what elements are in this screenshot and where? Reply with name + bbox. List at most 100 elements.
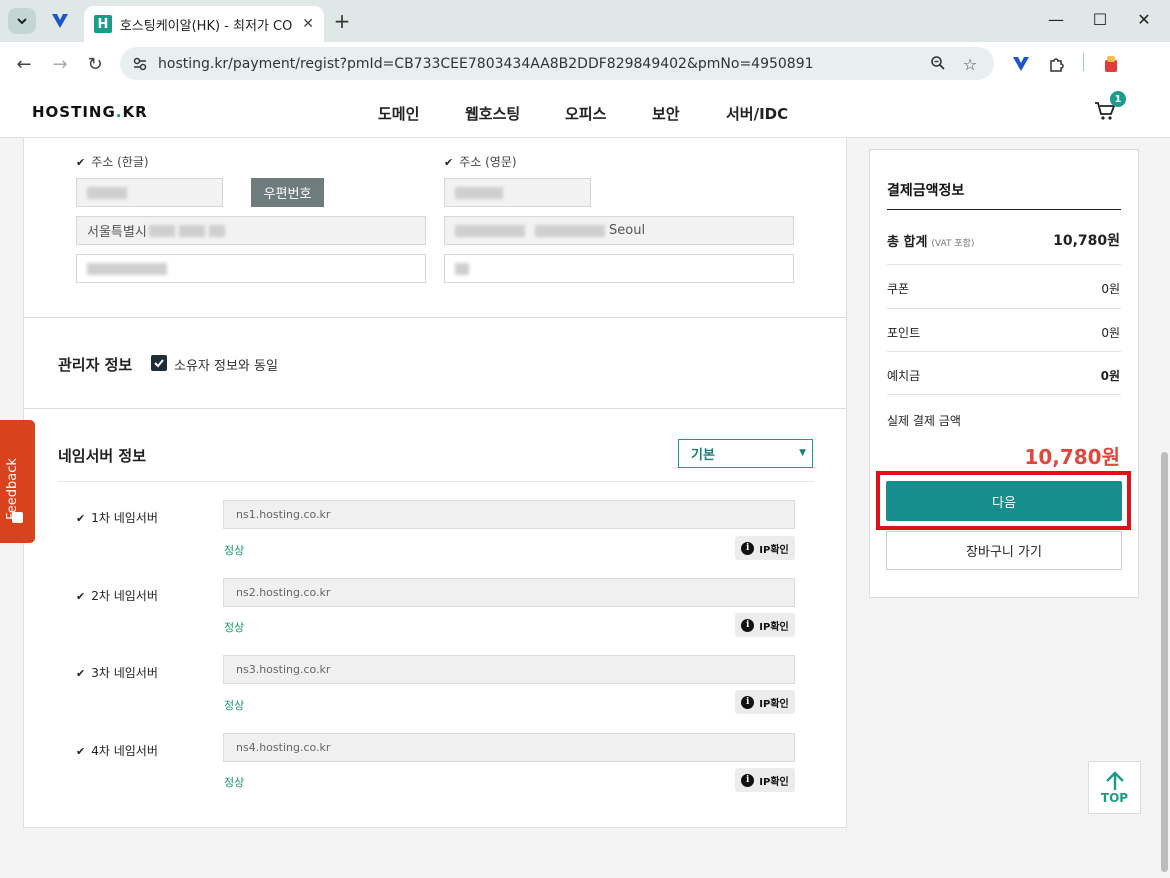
zipcode-en-field[interactable] bbox=[444, 178, 591, 207]
nameserver-type-select[interactable]: 기본 ▼ bbox=[678, 439, 813, 468]
logo-text: HOSTING bbox=[32, 103, 116, 121]
summary-divider bbox=[887, 351, 1121, 352]
payment-summary-panel: 결제금액정보 총 합계 (VAT 포함) 10,780원 쿠폰 0원 포인트 0원… bbox=[869, 149, 1139, 598]
redacted-text bbox=[148, 224, 175, 237]
ns2-label-text: 2차 네임서버 bbox=[91, 589, 158, 603]
close-icon[interactable]: ✕ bbox=[302, 16, 314, 32]
deposit-label: 예치금 bbox=[887, 369, 921, 383]
admin-info-title: 관리자 정보 bbox=[58, 356, 133, 374]
site-logo[interactable]: HOSTING.KR bbox=[32, 103, 148, 121]
pinned-tab[interactable] bbox=[48, 10, 72, 32]
profile-avatar-icon[interactable] bbox=[1100, 53, 1122, 75]
bookmark-star-icon[interactable]: ☆ bbox=[960, 55, 980, 74]
select-value: 기본 bbox=[691, 448, 715, 463]
address-en-label-text: 주소 (영문) bbox=[459, 155, 517, 169]
scroll-top-label: TOP bbox=[1100, 790, 1129, 805]
vpn-extension-icon[interactable] bbox=[1010, 53, 1032, 75]
ns1-input[interactable]: ns1.hosting.co.kr bbox=[223, 500, 795, 529]
ns4-input[interactable]: ns4.hosting.co.kr bbox=[223, 733, 795, 762]
ip-check-label: IP확인 bbox=[759, 776, 789, 788]
window-close-icon[interactable]: ✕ bbox=[1134, 10, 1154, 29]
zoom-icon[interactable] bbox=[928, 55, 948, 75]
address-bar[interactable]: hosting.kr/payment/regist?pmId=CB733CEE7… bbox=[120, 47, 994, 80]
redacted-text bbox=[87, 186, 127, 199]
forward-arrow-icon[interactable]: → bbox=[48, 52, 72, 76]
chevron-down-icon bbox=[17, 18, 27, 25]
ns1-status: 정상 bbox=[224, 544, 245, 557]
ns3-ip-check-button[interactable]: i IP확인 bbox=[735, 690, 795, 714]
address-en-line1-field[interactable]: Seoul bbox=[444, 216, 794, 245]
order-form-panel: ✔ 주소 (한글) ✔ 주소 (영문) 우편번호 서울특별시 Seoul 관리자 정… bbox=[23, 138, 847, 828]
ns2-ip-check-button[interactable]: i IP확인 bbox=[735, 613, 795, 637]
ns4-ip-check-button[interactable]: i IP확인 bbox=[735, 768, 795, 792]
coupon-value: 0원 bbox=[1101, 282, 1120, 296]
next-button-highlight bbox=[876, 471, 1131, 530]
scrollbar-thumb[interactable] bbox=[1161, 452, 1168, 872]
reload-icon[interactable]: ↻ bbox=[83, 52, 107, 76]
section-divider bbox=[24, 317, 846, 318]
nav-security[interactable]: 보안 bbox=[652, 103, 680, 124]
point-label: 포인트 bbox=[887, 326, 921, 340]
check-icon: ✔ bbox=[76, 667, 86, 680]
back-arrow-icon[interactable]: ← bbox=[12, 52, 36, 76]
zipcode-field[interactable] bbox=[76, 178, 223, 207]
ns2-input[interactable]: ns2.hosting.co.kr bbox=[223, 578, 795, 607]
extensions-puzzle-icon[interactable] bbox=[1046, 53, 1068, 75]
new-tab-button[interactable]: + bbox=[330, 9, 354, 33]
ns3-label-text: 3차 네임서버 bbox=[91, 666, 158, 680]
redacted-text bbox=[178, 224, 205, 237]
info-icon: i bbox=[741, 541, 755, 555]
same-as-owner-label[interactable]: 소유자 정보와 동일 bbox=[174, 355, 278, 374]
deposit-value: 0원 bbox=[1100, 369, 1120, 383]
point-value: 0원 bbox=[1101, 326, 1120, 340]
ns3-label: ✔ 3차 네임서버 bbox=[76, 664, 158, 681]
nav-domain[interactable]: 도메인 bbox=[378, 103, 419, 124]
go-to-cart-button[interactable]: 장바구니 가기 bbox=[886, 531, 1122, 570]
zipcode-search-button[interactable]: 우편번호 bbox=[251, 178, 324, 207]
address-kr-detail-field[interactable] bbox=[76, 254, 426, 283]
info-icon: i bbox=[741, 618, 755, 632]
total-value: 10,780원 bbox=[1053, 233, 1120, 249]
ns3-status: 정상 bbox=[224, 699, 245, 712]
site-settings-icon[interactable] bbox=[132, 56, 148, 72]
ip-check-label: IP확인 bbox=[759, 621, 789, 633]
feedback-label: Feedback bbox=[5, 458, 20, 520]
ns1-ip-check-button[interactable]: i IP확인 bbox=[735, 536, 795, 560]
nav-office[interactable]: 오피스 bbox=[565, 103, 606, 124]
url-text: hosting.kr/payment/regist?pmId=CB733CEE7… bbox=[158, 55, 814, 72]
ns4-label-text: 4차 네임서버 bbox=[91, 744, 158, 758]
info-icon: i bbox=[741, 695, 755, 709]
summary-divider bbox=[887, 264, 1121, 265]
address-en-label: ✔ 주소 (영문) bbox=[444, 153, 517, 170]
minimize-icon[interactable]: — bbox=[1046, 10, 1066, 29]
info-icon: i bbox=[741, 773, 755, 787]
maximize-icon[interactable]: ☐ bbox=[1090, 10, 1110, 29]
check-icon: ✔ bbox=[444, 156, 454, 169]
address-kr-line1-field[interactable]: 서울특별시 bbox=[76, 216, 426, 245]
section-divider bbox=[58, 481, 814, 482]
feedback-tab[interactable]: Feedback bbox=[0, 420, 35, 543]
ns3-input[interactable]: ns3.hosting.co.kr bbox=[223, 655, 795, 684]
nav-server-idc[interactable]: 서버/IDC bbox=[726, 103, 788, 124]
arrow-up-icon bbox=[1105, 770, 1124, 790]
nav-webhosting[interactable]: 웹호스팅 bbox=[465, 103, 520, 124]
address-en-detail-field[interactable] bbox=[444, 254, 794, 283]
hosting-favicon-icon: H bbox=[94, 15, 112, 33]
summary-divider bbox=[887, 394, 1121, 395]
section-divider bbox=[24, 408, 846, 409]
summary-divider bbox=[887, 209, 1121, 210]
same-as-owner-checkbox[interactable] bbox=[151, 355, 167, 371]
ns2-status: 정상 bbox=[224, 621, 245, 634]
ns2-label: ✔ 2차 네임서버 bbox=[76, 587, 158, 604]
nameserver-info-title: 네임서버 정보 bbox=[58, 447, 147, 465]
redacted-text bbox=[455, 224, 525, 237]
check-icon: ✔ bbox=[76, 590, 86, 603]
scroll-top-button[interactable]: TOP bbox=[1088, 761, 1141, 814]
active-tab[interactable]: H 호스팅케이알(HK) - 최저가 CO ✕ bbox=[84, 6, 324, 42]
logo-dot: . bbox=[115, 103, 123, 121]
tab-search-button[interactable] bbox=[8, 8, 36, 34]
vat-note: (VAT 포함) bbox=[931, 239, 975, 249]
address-kr-line1-text: 서울특별시 bbox=[87, 225, 147, 240]
actual-payment-label: 실제 결제 금액 bbox=[887, 414, 961, 428]
check-icon: ✔ bbox=[76, 156, 86, 169]
